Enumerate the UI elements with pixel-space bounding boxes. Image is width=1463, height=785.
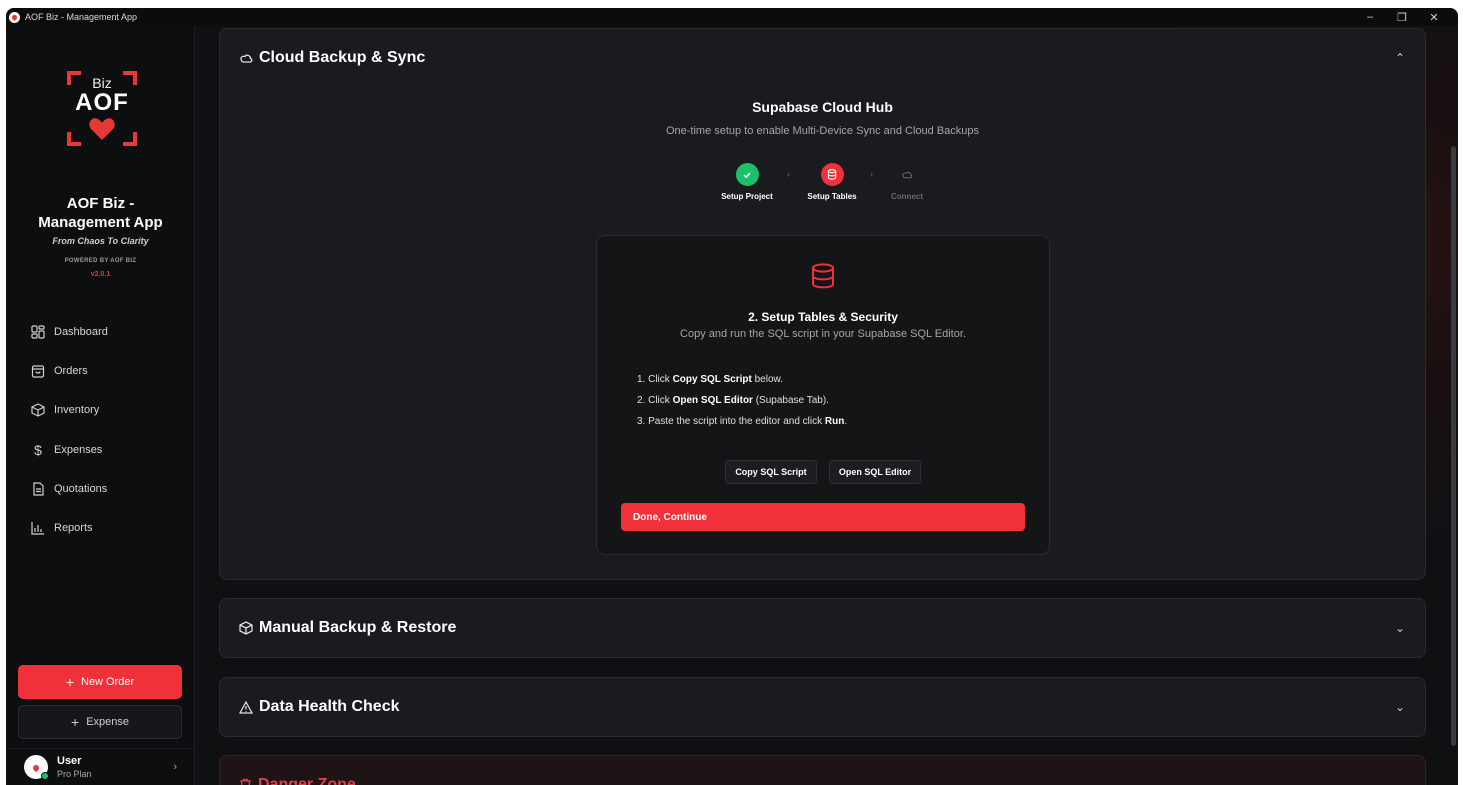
dollar-icon: $ (34, 441, 42, 458)
plus-icon: + (71, 714, 80, 730)
cloud-backup-header[interactable]: Cloud Backup & Sync (239, 49, 425, 67)
manual-backup-panel[interactable]: Manual Backup & Restore ⌄ (219, 598, 1426, 658)
dashboard-icon (30, 324, 46, 340)
step-connect: Connect (867, 163, 947, 201)
plus-icon: + (65, 674, 74, 690)
instruction-list: 1. Click Copy SQL Script below. 2. Click… (637, 374, 847, 437)
user-plan: Pro Plan (57, 769, 92, 779)
manual-backup-header[interactable]: Manual Backup & Restore (239, 619, 456, 637)
app-logo: Biz AOF (67, 71, 137, 146)
title-bar: AOF Biz - Management App – ❐ ✕ (6, 8, 1458, 26)
data-health-panel[interactable]: Data Health Check ⌄ (219, 677, 1426, 737)
app-name: AOF Biz - Management App (38, 195, 163, 231)
hub-subtitle: One-time setup to enable Multi-Device Sy… (665, 125, 980, 137)
sidebar-item-label: Dashboard (54, 325, 108, 338)
chevron-down-icon[interactable]: ⌄ (1395, 700, 1405, 714)
user-profile[interactable]: User Pro Plan › (6, 748, 195, 785)
chevron-down-icon[interactable]: ⌄ (1395, 621, 1405, 635)
main-content: Cloud Backup & Sync ⌃ Supabase Cloud Hub… (196, 26, 1458, 785)
database-icon (820, 163, 844, 186)
sidebar-item-label: Reports (54, 522, 93, 535)
sidebar-item-reports[interactable]: Reports (30, 508, 108, 547)
scrollbar[interactable] (1451, 146, 1456, 746)
sidebar-item-dashboard[interactable]: Dashboard (30, 312, 108, 351)
sidebar-item-quotations[interactable]: Quotations (30, 469, 108, 508)
panel-title: Cloud Backup & Sync (259, 49, 426, 66)
database-icon (809, 262, 837, 295)
copy-sql-script-button[interactable]: Copy SQL Script (725, 460, 817, 484)
sidebar-item-expenses[interactable]: $ Expenses (30, 430, 108, 469)
document-icon (30, 481, 46, 497)
chevron-right-icon: › (787, 169, 790, 179)
instruction-item: 3. Paste the script into the editor and … (637, 416, 848, 427)
cloud-backup-panel: Cloud Backup & Sync ⌃ Supabase Cloud Hub… (219, 28, 1426, 580)
app-tagline: From Chaos To Clarity (52, 236, 149, 246)
card-subtitle: Copy and run the SQL script in your Supa… (680, 328, 966, 340)
window-title: AOF Biz - Management App (25, 12, 138, 22)
new-order-button[interactable]: + New Order (18, 665, 182, 699)
cloud-icon (896, 163, 919, 186)
sidebar-item-inventory[interactable]: Inventory (30, 391, 108, 430)
maximize-button[interactable]: ❐ (1386, 11, 1418, 24)
chevron-up-icon[interactable]: ⌃ (1395, 51, 1405, 65)
panel-title: Manual Backup & Restore (259, 619, 457, 636)
window-controls: – ❐ ✕ (1354, 8, 1450, 26)
danger-zone-panel[interactable]: Danger Zone ⌄ (219, 755, 1426, 785)
user-name: User (57, 755, 82, 767)
card-title: 2. Setup Tables & Security (748, 310, 898, 324)
step-setup-tables: Setup Tables (792, 163, 872, 201)
danger-zone-header[interactable]: Danger Zone (239, 776, 356, 785)
instruction-item: 1. Click Copy SQL Script below. (637, 374, 783, 385)
sidebar-nav: Dashboard Orders Inventory $ Expenses Qu… (30, 312, 108, 548)
bar-chart-icon (30, 520, 46, 536)
close-button[interactable]: ✕ (1418, 11, 1450, 24)
data-health-header[interactable]: Data Health Check (239, 698, 400, 716)
setup-stepper: Setup Project › Setup Tables › Connect (710, 163, 940, 205)
cloud-icon (239, 52, 253, 64)
inventory-icon (30, 402, 46, 418)
box-icon (239, 621, 253, 635)
hub-title: Supabase Cloud Hub (752, 99, 893, 115)
minimize-button[interactable]: – (1354, 11, 1386, 23)
warning-icon (239, 700, 253, 714)
sidebar-item-label: Quotations (54, 482, 108, 495)
app-icon (9, 11, 20, 23)
powered-by-text: POWERED BY AOF BIZ (64, 258, 137, 264)
add-expense-button[interactable]: + Expense (18, 705, 182, 739)
logo-aof-text: AOF (75, 89, 129, 116)
done-continue-button[interactable]: Done, Continue (621, 503, 1025, 531)
avatar (24, 755, 49, 780)
panel-title: Data Health Check (259, 698, 400, 715)
version-label: v2.0.1 (90, 271, 111, 278)
heart-icon (89, 118, 115, 140)
sidebar-item-label: Expenses (54, 443, 103, 456)
open-sql-editor-button[interactable]: Open SQL Editor (829, 460, 921, 484)
sidebar-item-orders[interactable]: Orders (30, 351, 108, 390)
chevron-right-icon: › (173, 761, 177, 773)
trash-icon (239, 778, 252, 785)
orders-icon (30, 363, 46, 379)
sidebar: Biz AOF AOF Biz - Management App From Ch… (6, 26, 195, 785)
setup-tables-card: 2. Setup Tables & Security Copy and run … (596, 235, 1050, 555)
instruction-item: 2. Click Open SQL Editor (Supabase Tab). (637, 395, 829, 406)
sidebar-item-label: Inventory (54, 404, 100, 417)
step-setup-project: Setup Project (707, 163, 787, 201)
sidebar-item-label: Orders (54, 364, 88, 377)
chevron-down-icon[interactable]: ⌄ (1395, 778, 1405, 785)
panel-title: Danger Zone (258, 776, 356, 785)
check-icon (735, 163, 759, 186)
app-window: AOF Biz - Management App – ❐ ✕ Biz AOF A… (6, 8, 1458, 785)
